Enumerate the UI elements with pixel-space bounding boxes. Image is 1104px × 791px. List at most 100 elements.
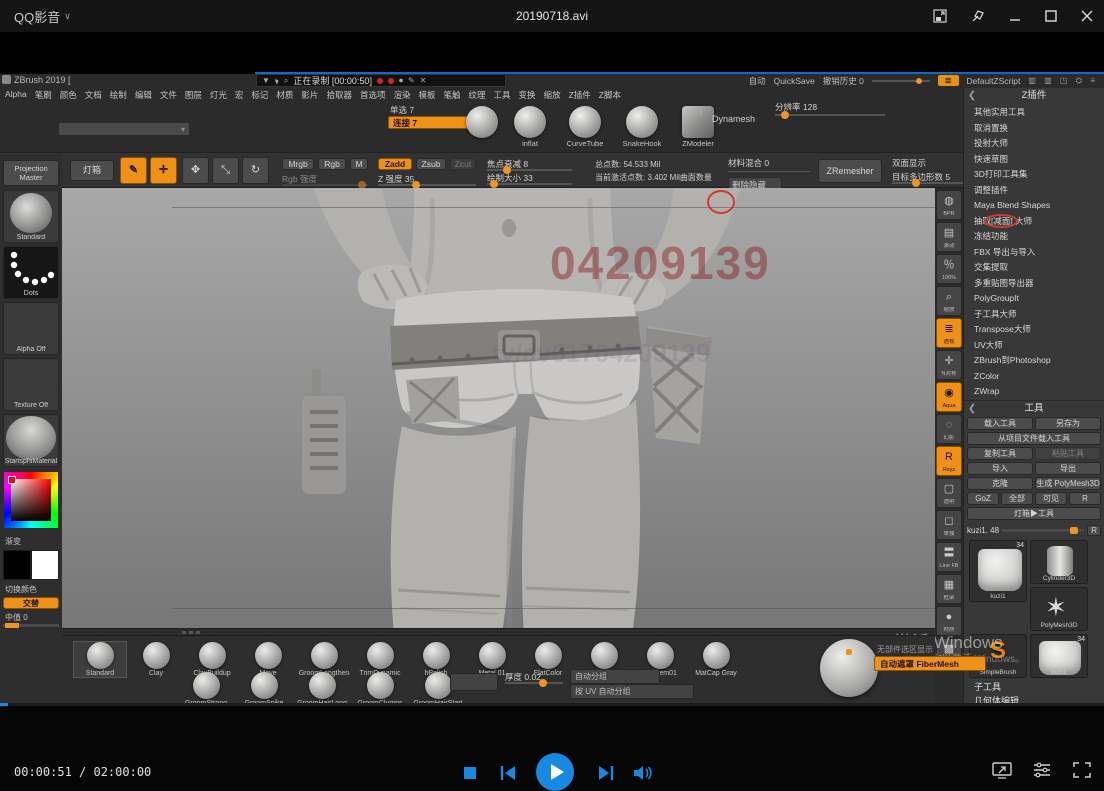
tray-brush-GroomClumps[interactable]: GroomClumps (354, 672, 406, 707)
menu-颜色[interactable]: 颜色 (57, 88, 80, 100)
tool-header[interactable]: ❮ 工具 (964, 400, 1104, 415)
tray-brush-GroomHairLong[interactable]: GroomHairLong (296, 672, 348, 707)
tool-button[interactable]: 从项目文件载入工具 (967, 432, 1101, 445)
recorder-menu-icon[interactable]: ▼ (262, 76, 270, 85)
zplugin-item[interactable]: UV大师 (974, 338, 1098, 354)
scale-button[interactable]: ⤡ (212, 157, 239, 184)
shelf-icon-框架[interactable]: ▦框架 (936, 574, 962, 604)
secondary-color-swatch[interactable] (31, 550, 59, 580)
close-button[interactable] (1080, 9, 1094, 23)
quickpick-dropdown[interactable]: ▾ (58, 122, 190, 136)
zplugin-item[interactable]: ZWrap (974, 384, 1098, 400)
zplugin-item[interactable]: 多重贴图导出器 (974, 276, 1098, 292)
playlist-settings-icon[interactable] (1032, 761, 1052, 779)
video-frame[interactable]: ZBrush 2019 [ ▼ 🖢 ⌕ 正在录制 [00:00:50] ⏺ ✎ … (0, 32, 1104, 703)
tray-brush-MatCap Gray[interactable]: MatCap Gray (690, 642, 742, 677)
minimize-button[interactable] (1008, 9, 1022, 23)
zplugin-item[interactable]: ZColor (974, 369, 1098, 385)
play-button[interactable] (536, 753, 574, 791)
menu-图层[interactable]: 图层 (182, 88, 205, 100)
menu-标记[interactable]: 标记 (248, 88, 271, 100)
slot-alpha-off[interactable]: Alpha Off (3, 302, 59, 355)
stop-button[interactable] (462, 765, 478, 786)
next-button[interactable] (596, 763, 616, 788)
zplugin-item[interactable]: Transpose大师 (974, 322, 1098, 338)
rotate-button[interactable]: ↻ (242, 157, 269, 184)
thickness-slider[interactable]: 厚度 0.02 (505, 674, 563, 684)
autogroup-button[interactable]: 自动分组 (570, 669, 660, 684)
mrgb-button[interactable]: Mrgb (282, 158, 314, 170)
menu-文档[interactable]: 文档 (82, 88, 105, 100)
shelf-icon-aqua[interactable]: ◉Aqua (936, 382, 962, 412)
menu-Z脚本[interactable]: Z脚本 (596, 88, 624, 100)
collapse-arrow-icon[interactable]: ❮ (968, 88, 976, 103)
menu-Z插件[interactable]: Z插件 (566, 88, 594, 100)
zplugin-header[interactable]: ❮ Z插件 (964, 88, 1104, 103)
shelf-icon-滚动[interactable]: ▤滚动 (936, 222, 962, 252)
menu-笔刷[interactable]: 笔刷 (32, 88, 55, 100)
tray-brush-Standard[interactable]: Standard (74, 642, 126, 677)
menu-灯光[interactable]: 灯光 (207, 88, 230, 100)
menu-编辑[interactable]: 编辑 (132, 88, 155, 100)
sculpt-canvas[interactable]: 04209139 tv/av61704209139 (62, 188, 935, 635)
zplugin-item[interactable]: 子工具大师 (974, 307, 1098, 323)
brush-shortcut-inflat[interactable]: inflat (510, 106, 550, 148)
tool-thumb-kuzi1[interactable]: 34kuzi1 (1030, 634, 1088, 678)
shelf-icon-缩放[interactable]: ⌕缩放 (936, 286, 962, 316)
fullscreen-icon[interactable] (1072, 761, 1092, 779)
focal-shift-slider[interactable]: 焦点衰减 8 (487, 160, 572, 170)
z-intensity-slider[interactable]: Z 强度 35 (378, 175, 476, 185)
zplugin-item[interactable]: FBX 导出与导入 (974, 245, 1098, 261)
recorder-pen-icon[interactable]: ✎ (408, 76, 415, 85)
autosave-label[interactable]: 自动 (749, 75, 766, 87)
menu-纹理[interactable]: 纹理 (466, 88, 489, 100)
menu-缩放[interactable]: 缩放 (541, 88, 564, 100)
recorder-close-icon[interactable]: ✕ (420, 76, 427, 85)
tool-thumb-PolyMesh3D[interactable]: ✶PolyMesh3D (1030, 587, 1088, 631)
tool-button[interactable]: 粘贴工具 (1035, 447, 1101, 460)
menu-绘制[interactable]: 绘制 (107, 88, 130, 100)
shelf-icon-n对称[interactable]: ✛N对称 (936, 350, 962, 380)
quicksave-button[interactable]: QuickSave (774, 76, 815, 86)
maximize-button[interactable] (1044, 9, 1058, 23)
zplugin-item[interactable]: 快速草图 (974, 152, 1098, 168)
tool-button[interactable]: R (1069, 492, 1101, 505)
zplugin-item[interactable]: 调整插件 (974, 183, 1098, 199)
automask-fibermesh-button[interactable]: 自动遮罩 FiberMesh (874, 656, 986, 671)
shelf-icon-透视[interactable]: ≣透视 (936, 318, 962, 348)
tool-r-button[interactable]: R (1087, 525, 1101, 536)
tool-thumb-Cylinder3D[interactable]: Cylinder3D (1030, 540, 1088, 584)
alt-color-button[interactable]: 交替 (3, 597, 59, 609)
tool-button[interactable]: 克隆 (967, 477, 1033, 490)
dynamesh-label[interactable]: Dynamesh (712, 114, 755, 124)
recorder-zoom-icon[interactable]: ⌕ (284, 76, 288, 86)
mid-value-label[interactable]: 中值 0 (5, 612, 28, 623)
uv-autogroup-button[interactable]: 按 UV 自动分组 (570, 684, 694, 699)
edit-button[interactable]: ✎ (120, 157, 147, 184)
recorder-camera-icon[interactable]: ⏺ (399, 76, 403, 86)
mid-value-slider[interactable] (3, 624, 59, 627)
rgb-button[interactable]: Rgb (318, 158, 346, 170)
projection-master-button[interactable]: Projection Master (3, 160, 59, 186)
zsub-button[interactable]: Zsub (416, 158, 446, 170)
menu-模板[interactable]: 模板 (415, 88, 438, 100)
brush-shortcut-SnakeHook[interactable]: SnakeHook (622, 106, 662, 148)
tool-button[interactable]: 导入 (967, 462, 1033, 475)
main-color-swatch[interactable] (3, 550, 31, 580)
slot-startsphimaterial[interactable]: StartsphiMaterial (3, 414, 59, 467)
mini-mode-icon[interactable] (932, 8, 948, 24)
zplugin-item[interactable]: 抽取[减面] 大师 (974, 214, 1098, 230)
tool-preview-sphere[interactable] (820, 639, 878, 697)
zplugin-item[interactable]: ZBrush到Photoshop (974, 353, 1098, 369)
tool-button[interactable]: 灯箱▶工具 (967, 507, 1101, 520)
move-button[interactable]: ✥ (182, 157, 209, 184)
shelf-icon-幻影[interactable]: ◌幻影 (936, 414, 962, 444)
slot-texture-off[interactable]: Texture Off (3, 358, 59, 411)
zplugin-item[interactable]: 冻结功能 (974, 229, 1098, 245)
zscript-play-button[interactable]: ≣ (938, 75, 959, 86)
zplugin-item[interactable]: 其他实用工具 (974, 105, 1098, 121)
zplugin-item[interactable]: 投射大师 (974, 136, 1098, 152)
zplugin-item[interactable]: 取消置换 (974, 121, 1098, 137)
zremesher-button[interactable]: ZRemesher (818, 159, 882, 183)
zcut-button[interactable]: Zcut (450, 158, 476, 170)
